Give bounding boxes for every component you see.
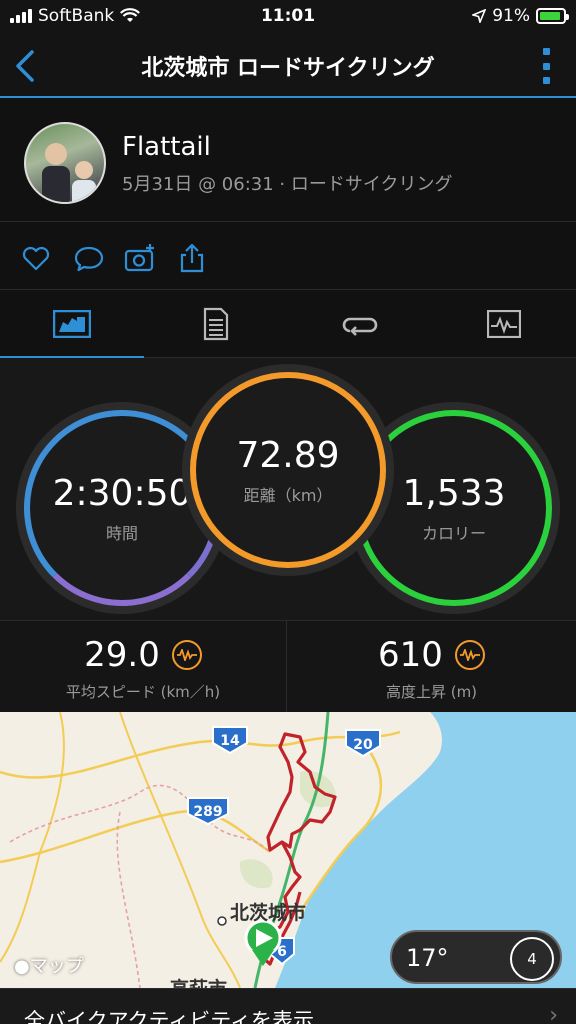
weather-badge[interactable]: 17° 4	[390, 930, 562, 984]
tab-bar	[0, 290, 576, 359]
activity-meta: 5月31日 @ 06:31 · ロードサイクリング	[122, 174, 453, 195]
tab-overview[interactable]	[0, 290, 144, 359]
avg-speed-stat[interactable]: 29.0 平均スピード (km／h)	[0, 621, 287, 713]
laps-icon	[342, 317, 378, 336]
time-label: 時間	[105, 523, 138, 543]
svg-text:289: 289	[193, 804, 222, 820]
distance-value: 72.89	[236, 434, 340, 476]
status-bar: SoftBank 11:01 91%	[0, 0, 576, 34]
comment-icon[interactable]	[73, 242, 105, 274]
avg-speed-value: 29.0	[84, 635, 160, 675]
time-value: 2:30:50	[52, 472, 192, 514]
calories-label: カロリー	[421, 523, 486, 543]
user-name[interactable]: Flattail	[122, 132, 211, 162]
all-bike-activities-row[interactable]: 全バイクアクティビティを表示 ›	[0, 988, 576, 1024]
stats-panel: 2:30:50 時間 1,533 カロリー 72.89 距離（km）	[0, 358, 576, 620]
chart-wave-icon	[454, 640, 485, 670]
like-icon[interactable]	[20, 242, 52, 274]
svg-text:20: 20	[353, 737, 373, 753]
nav-bar: 北茨城市 ロードサイクリング	[0, 34, 576, 98]
add-photo-icon[interactable]	[124, 242, 156, 274]
tab-laps[interactable]	[288, 290, 432, 358]
chevron-right-icon: ›	[549, 1003, 558, 1024]
more-menu-icon[interactable]	[540, 48, 552, 84]
temperature: 17°	[406, 944, 449, 972]
avatar-photo	[42, 143, 96, 202]
map-town-label: 高萩市	[170, 974, 227, 988]
route-map[interactable]: 14 20 289 6 北茨城市 高萩市 ●マップ 17° 4	[0, 712, 576, 988]
elevation-gain-value: 610	[378, 635, 443, 675]
tab-details[interactable]	[144, 290, 288, 358]
distance-ring[interactable]: 72.89 距離（km）	[190, 372, 386, 568]
details-icon	[203, 307, 229, 341]
tab-charts[interactable]	[432, 290, 576, 358]
calories-ring[interactable]: 1,533 カロリー	[356, 410, 552, 606]
map-attribution: ●マップ	[14, 956, 84, 977]
avg-speed-label: 平均スピード (km／h)	[65, 683, 221, 701]
map-city-label: 北茨城市	[230, 902, 307, 924]
location-icon	[472, 9, 487, 23]
elevation-gain-label: 高度上昇 (m)	[385, 683, 478, 701]
page-title: 北茨城市 ロードサイクリング	[141, 56, 435, 81]
calories-value: 1,533	[402, 472, 506, 514]
overview-icon	[53, 310, 91, 338]
elevation-gain-stat[interactable]: 610 高度上昇 (m)	[288, 621, 575, 713]
wind-speed: 4	[527, 950, 537, 968]
action-bar	[0, 222, 576, 290]
battery-percent: 91%	[492, 6, 530, 26]
activity-header: Flattail 5月31日 @ 06:31 · ロードサイクリング	[0, 100, 576, 222]
apple-logo-icon: ●	[14, 956, 30, 977]
share-icon[interactable]	[176, 242, 208, 274]
distance-label: 距離（km）	[243, 485, 333, 505]
avatar[interactable]	[24, 122, 106, 204]
wind-indicator: 4	[510, 937, 554, 981]
secondary-stats: 29.0 平均スピード (km／h) 610 高度上昇 (m)	[0, 620, 576, 713]
svg-text:14: 14	[220, 733, 240, 749]
all-bike-activities-label: 全バイクアクティビティを表示	[24, 1009, 315, 1024]
charts-icon	[487, 310, 521, 338]
battery-icon	[536, 8, 569, 24]
time-ring[interactable]: 2:30:50 時間	[24, 410, 220, 606]
chart-wave-icon	[171, 640, 202, 670]
